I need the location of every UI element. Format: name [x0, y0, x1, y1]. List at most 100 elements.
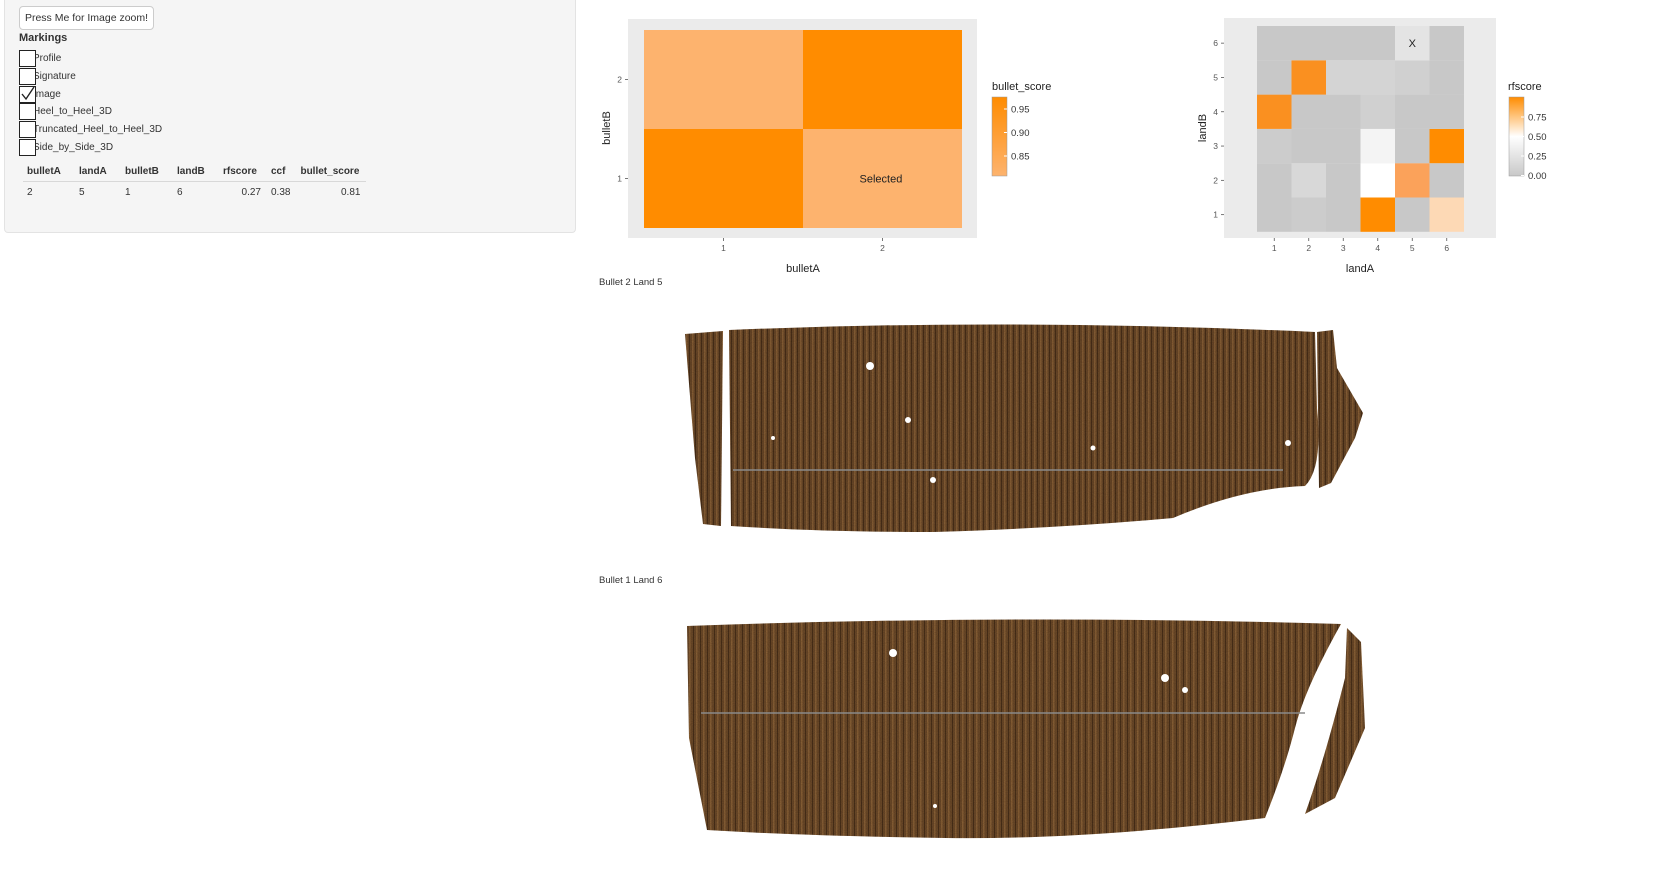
legend-tick-label: 0.90 [1011, 128, 1030, 139]
heatmap-cell[interactable] [1326, 128, 1361, 164]
col-header: landA [75, 164, 121, 182]
heatmap-cell[interactable] [1326, 26, 1361, 61]
selection-marker: X [1409, 38, 1417, 50]
heatmap-cell[interactable] [1326, 197, 1361, 232]
checkbox-signature[interactable] [19, 68, 36, 85]
heatmap-cell[interactable] [1395, 163, 1430, 198]
heatmap-cell[interactable] [1291, 197, 1327, 232]
bullet-land-image[interactable] [685, 618, 1368, 844]
heatmap-cell[interactable] [1291, 94, 1327, 129]
col-header: bulletB [121, 164, 173, 182]
marking-label: Signature [32, 71, 76, 82]
heatmap-cell[interactable] [1257, 26, 1292, 61]
heatmap-cell[interactable] [1429, 94, 1465, 129]
heatmap-cell[interactable] [803, 30, 962, 129]
image-label: Bullet 2 Land 5 [599, 277, 663, 288]
checkmark-icon [21, 86, 35, 101]
x-axis-label: landA [1346, 263, 1375, 275]
heatmap-cell[interactable] [1360, 163, 1396, 198]
x-tick-label: 6 [1444, 243, 1449, 253]
heatmap-cell[interactable] [1429, 60, 1465, 95]
col-header: landB [173, 164, 219, 182]
marking-label: Image [32, 89, 61, 100]
image-label: Bullet 1 Land 6 [599, 575, 663, 586]
bullet-score-heatmap[interactable]: Selected 1 2 1 2 bulletA bulletB bullet_sco… [596, 10, 1076, 280]
table-cell: 1 [125, 187, 131, 198]
heatmap-cell[interactable] [1257, 94, 1292, 129]
heatmap-cell[interactable] [1360, 26, 1396, 61]
x-tick-label: 4 [1375, 243, 1380, 253]
table-cell: 0.27 [241, 187, 261, 198]
legend-tick-label: 0.75 [1528, 113, 1547, 124]
legend-tick-label: 0.50 [1528, 132, 1547, 143]
y-tick-label: 4 [1213, 107, 1218, 117]
y-tick-label: 5 [1213, 72, 1218, 82]
heatmap-cell[interactable] [1291, 26, 1327, 61]
legend-title: bullet_score [992, 81, 1051, 93]
y-tick-label: 1 [617, 174, 622, 184]
y-axis-label: bulletB [601, 111, 613, 145]
legend-tick-label: 0.85 [1011, 152, 1030, 163]
heatmap-cell[interactable] [1429, 128, 1465, 164]
heatmap-cell[interactable] [1395, 197, 1430, 232]
heatmap-cell[interactable] [1395, 60, 1430, 95]
bullet-land-image[interactable] [683, 318, 1368, 540]
table-cell: 0.81 [341, 187, 361, 198]
x-axis-label: bulletA [786, 263, 820, 275]
rfscore-heatmap[interactable]: X 1 2 3 4 5 6 1 2 3 4 5 6 landA landB rfscore 0.75 0… [1192, 10, 1557, 280]
checkbox-image[interactable] [19, 86, 36, 103]
table-cell: 2 [27, 187, 33, 198]
x-tick-label: 3 [1341, 243, 1346, 253]
heatmap-cell[interactable] [644, 30, 803, 129]
heatmap-cell[interactable] [1291, 163, 1327, 198]
x-tick-label: 2 [1306, 243, 1311, 253]
heatmap-cell[interactable] [1360, 94, 1396, 129]
y-axis-label: landB [1197, 114, 1209, 142]
x-tick-label: 5 [1410, 243, 1415, 253]
heatmap-cell[interactable] [1429, 163, 1465, 198]
marking-label: Truncated_Heel_to_Heel_3D [32, 124, 163, 135]
x-tick-label: 1 [721, 243, 726, 253]
heatmap-cell[interactable] [644, 129, 803, 228]
legend-tick-label: 0.00 [1528, 171, 1547, 182]
x-tick-label: 2 [880, 243, 885, 253]
controls-panel: Press Me for Image zoom! Markings Profil… [4, 0, 576, 233]
heatmap-cell[interactable] [1326, 60, 1361, 95]
checkbox-side-by-side-3d[interactable] [19, 139, 36, 156]
table-cell: 6 [177, 187, 183, 198]
heatmap-cell[interactable] [1257, 163, 1292, 198]
checkbox-heel-to-heel-3d[interactable] [19, 103, 36, 120]
table-header-row: bulletA landA bulletB landB rfscore ccf … [23, 164, 367, 182]
legend-tick-label: 0.25 [1528, 152, 1547, 163]
heatmap-cell[interactable] [1257, 197, 1292, 232]
heatmap-cell[interactable] [1395, 94, 1430, 129]
y-tick-label: 1 [1213, 210, 1218, 220]
y-tick-label: 6 [1213, 38, 1218, 48]
checkbox-profile[interactable] [19, 50, 36, 67]
heatmap-cell[interactable] [1395, 128, 1430, 164]
table-cell: 5 [79, 187, 85, 198]
markings-title: Markings [19, 32, 68, 44]
heatmap-cell[interactable] [1291, 128, 1327, 164]
y-tick-label: 2 [1213, 175, 1218, 185]
marking-label: Side_by_Side_3D [32, 142, 114, 153]
x-tick-label: 1 [1272, 243, 1277, 253]
heatmap-cell[interactable] [1326, 94, 1361, 129]
heatmap-cell[interactable] [1360, 197, 1396, 232]
y-tick-label: 3 [1213, 141, 1218, 151]
col-header: bulletA [23, 164, 75, 182]
heatmap-cell[interactable] [1257, 128, 1292, 164]
table-cell: 0.38 [271, 187, 291, 198]
col-header: rfscore [219, 164, 267, 182]
heatmap-cell[interactable] [1360, 60, 1396, 95]
heatmap-cell[interactable] [1429, 26, 1465, 61]
heatmap-cell[interactable] [1360, 128, 1396, 164]
heatmap-cell[interactable] [1291, 60, 1327, 95]
checkbox-truncated-heel-to-heel-3d[interactable] [19, 121, 36, 138]
heatmap-cell[interactable] [1257, 60, 1292, 95]
heatmap-cell[interactable] [1326, 163, 1361, 198]
heatmap-cell[interactable] [1429, 197, 1465, 232]
col-header: bullet_score [296, 164, 367, 182]
legend-title: rfscore [1508, 81, 1542, 93]
image-zoom-button[interactable]: Press Me for Image zoom! [19, 6, 154, 30]
